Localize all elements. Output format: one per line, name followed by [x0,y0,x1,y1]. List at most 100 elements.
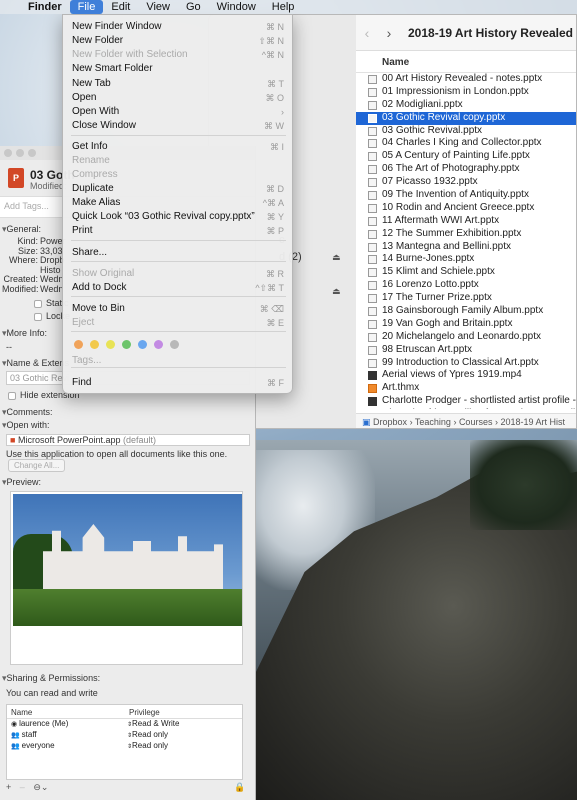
eject-icon[interactable]: ⏏ [332,252,341,263]
privilege-select[interactable]: ⇕Read & Write [125,719,179,730]
file-row[interactable]: Art.thmx [356,382,576,395]
general-row: Modified:Wedn [2,283,64,294]
file-row[interactable]: 00 Art History Revealed - notes.pptx [356,73,576,86]
menu-item[interactable]: Print ⌘ P [63,224,294,238]
tag-color-dot-icon[interactable] [106,340,115,349]
menu-item[interactable]: Share... [63,246,294,260]
file-row[interactable]: 20 Michelangelo and Leonardo.pptx [356,331,576,344]
tag-color-dot-icon[interactable] [138,340,147,349]
menu-item[interactable]: New Finder Window ⌘ N [63,20,294,34]
sharing-header[interactable]: Sharing & Permissions: [0,673,255,684]
menu-item[interactable]: Find ⌘ F [63,376,294,390]
menu-item[interactable]: New Smart Folder [63,62,294,76]
menu-separator [71,240,286,241]
document-file-icon [368,255,377,265]
file-row[interactable]: 16 Lorenzo Lotto.pptx [356,279,576,292]
file-row[interactable]: 15 Klimt and Schiele.pptx [356,266,576,279]
file-name: Art.thmx [382,382,420,394]
path-item[interactable]: Teaching [415,417,451,427]
menu-item[interactable]: Move to Bin ⌘ ⌫ [63,302,294,316]
open-with-select[interactable]: ■ Microsoft PowerPoint.app (default) [6,434,250,446]
file-row[interactable]: 05 A Century of Painting Life.pptx [356,150,576,163]
tag-color-dot-icon[interactable] [90,340,99,349]
menu-item[interactable]: Open With › [63,105,294,119]
file-row[interactable]: Charlotte Prodger - shortlisted artist p… [356,395,576,408]
close-dot-icon[interactable] [4,149,12,157]
menu-item[interactable]: Get Info ⌘ I [63,140,294,154]
path-item[interactable]: Dropbox [373,417,407,427]
remove-user-button[interactable]: – [20,782,25,792]
menu-item[interactable]: New Tab ⌘ T [63,77,294,91]
tag-color-dot-icon[interactable] [170,340,179,349]
menu-item: Compress [72,169,118,180]
file-row[interactable]: 02 Modigliani.pptx [356,99,576,112]
file-row[interactable]: 03 Gothic Revival.pptx [356,124,576,138]
file-row[interactable]: Aerial views of Ypres 1919.mp4 [356,369,576,382]
tag-color-row [74,340,186,349]
tag-color-dot-icon[interactable] [122,340,131,349]
menu-item[interactable]: Add to Dock ^⇧⌘ T [63,281,294,295]
document-file-icon [368,113,377,123]
menu-shortcut: ^⌘ N [261,50,284,60]
file-row[interactable]: 01 Impressionism in London.pptx [356,86,576,99]
menu-item[interactable]: Open ⌘ O [63,91,294,105]
menu-finder[interactable]: Finder [20,0,70,14]
file-row[interactable]: 98 Etruscan Art.pptx [356,344,576,357]
menu-item[interactable]: Quick Look “03 Gothic Revival copy.pptx”… [63,210,294,224]
file-row[interactable]: 99 Introduction to Classical Art.pptx [356,357,576,370]
file-name: 03 Gothic Revival.pptx [382,124,483,136]
path-item[interactable]: Courses [459,417,493,427]
column-header-name[interactable]: Name [356,51,576,73]
change-all-button[interactable]: Change All... [8,459,66,472]
menu-item[interactable]: Make Alias ^⌘ A [63,196,294,210]
file-row[interactable]: 18 Gainsborough Family Album.pptx [356,305,576,318]
document-file-icon [368,203,377,213]
tag-color-dot-icon[interactable] [154,340,163,349]
file-row[interactable]: Dionysiac frieze, Villa of Mysteries, Po… [356,408,576,409]
menu-item[interactable]: Close Window ⌘ W [63,119,294,133]
file-row[interactable]: 17 The Turner Prize.pptx [356,292,576,305]
privilege-select[interactable]: ⇕Read only [125,730,168,741]
file-row[interactable]: 14 Burne-Jones.pptx [356,253,576,266]
menu-help[interactable]: Help [264,0,303,14]
tag-color-dot-icon[interactable] [74,340,83,349]
menu-window[interactable]: Window [209,0,264,14]
file-row[interactable]: 13 Mantegna and Bellini.pptx [356,241,576,254]
open-with-header[interactable]: Open with: [0,420,255,431]
file-row[interactable]: 07 Picasso 1932.pptx [356,176,576,189]
forward-arrow-icon[interactable]: › [378,25,400,41]
back-arrow-icon[interactable]: ‹ [356,25,378,41]
permission-row[interactable]: 👥 everyone ⇕Read only [7,741,242,752]
privilege-select[interactable]: ⇕Read only [125,741,168,752]
file-row[interactable]: 06 The Art of Photography.pptx [356,163,576,176]
permission-row[interactable]: 👥 staff ⇕Read only [7,730,242,741]
dropbox-icon: ▣ [362,417,371,427]
file-row[interactable]: 11 Aftermath WWI Art.pptx [356,215,576,228]
permission-row[interactable]: ◉ laurence (Me) ⇕Read & Write [7,719,242,730]
zoom-dot-icon[interactable] [28,149,36,157]
menu-view[interactable]: View [138,0,178,14]
path-bar: ▣ Dropbox › Teaching › Courses › 2018-19… [356,413,576,428]
add-user-button[interactable]: + [6,782,11,792]
menu-edit[interactable]: Edit [103,0,138,14]
eject-icon[interactable]: ⏏ [332,286,341,297]
preview-header[interactable]: Preview: [0,477,255,488]
comments-header[interactable]: Comments: [0,407,255,418]
file-row[interactable]: 04 Charles I King and Collector.pptx [356,137,576,150]
menu-file[interactable]: File [69,0,104,14]
menu-go[interactable]: Go [178,0,209,14]
file-row[interactable]: 12 The Summer Exhibition.pptx [356,228,576,241]
menu-separator [71,261,286,262]
menu-item[interactable]: Duplicate ⌘ D [63,182,294,196]
file-row[interactable]: 09 The Invention of Antiquity.pptx [356,189,576,202]
file-row[interactable]: 03 Gothic Revival copy.pptx [356,111,576,125]
menu-item[interactable]: New Folder ⇧⌘ N [63,34,294,48]
path-item[interactable]: 2018-19 Art Hist [500,417,565,427]
file-row[interactable]: 10 Rodin and Ancient Greece.pptx [356,202,576,215]
file-row[interactable]: 19 Van Gogh and Britain.pptx [356,318,576,331]
action-menu-button[interactable]: ⊖⌄ [33,782,48,792]
lock-icon[interactable]: 🔒 [234,782,245,793]
minimize-dot-icon[interactable] [16,149,24,157]
file-list: 00 Art History Revealed - notes.pptx 01 I… [356,73,576,409]
menu-shortcut: ⌘ ⌫ [259,304,284,314]
